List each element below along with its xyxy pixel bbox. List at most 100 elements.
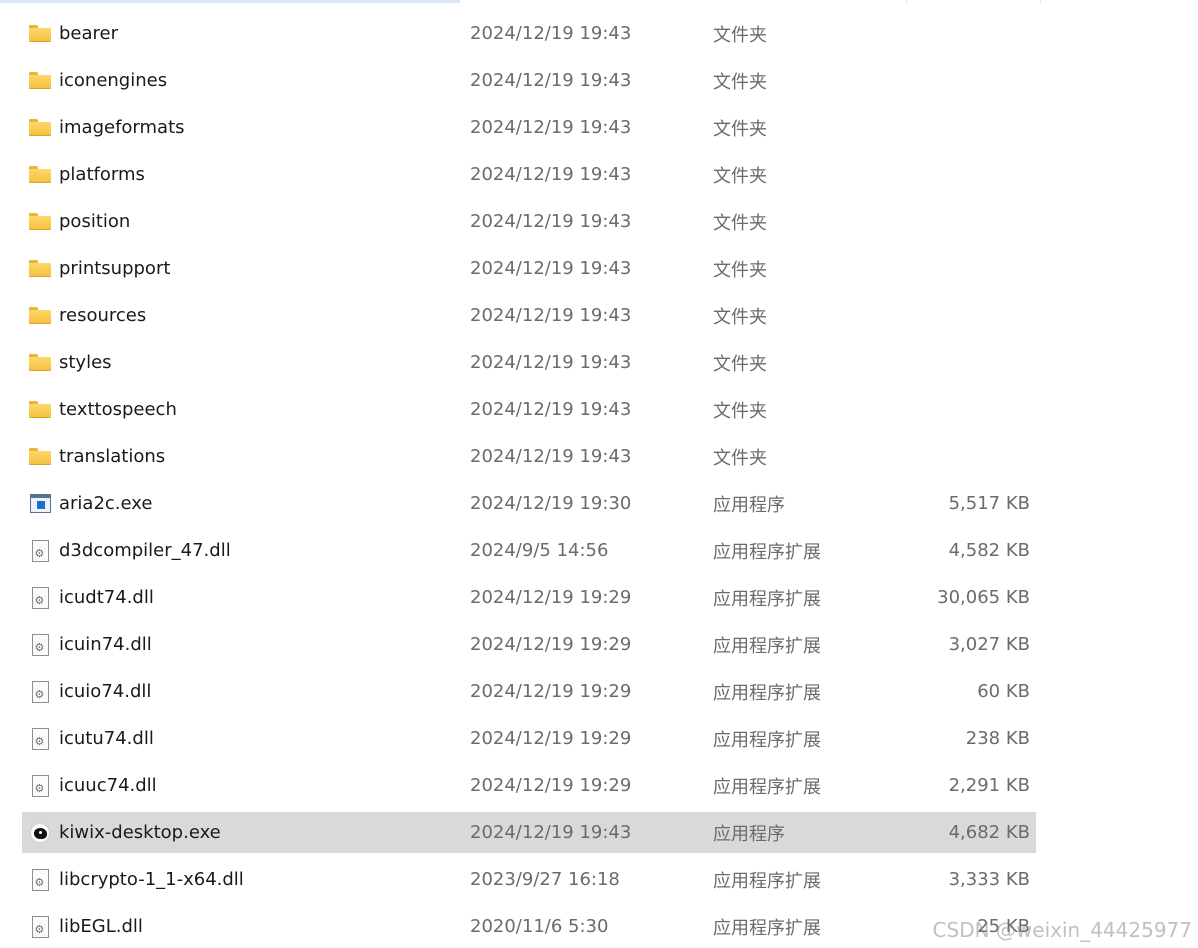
file-date-modified: 2024/12/19 19:43 [470, 399, 632, 420]
dll-icon: ⚙ [29, 633, 51, 656]
file-size: 30,065 KB [937, 587, 1030, 608]
file-date-modified: 2024/12/19 19:29 [470, 681, 632, 702]
file-size: 238 KB [965, 728, 1030, 749]
file-row[interactable]: printsupport 2024/12/19 19:43 文件夹 [22, 245, 1036, 292]
file-type: 应用程序扩展 [713, 588, 821, 610]
file-type: 应用程序扩展 [713, 635, 821, 657]
file-name: bearer [59, 23, 119, 44]
file-row[interactable]: styles 2024/12/19 19:43 文件夹 [22, 339, 1036, 386]
file-date-modified: 2024/12/19 19:43 [470, 822, 632, 843]
file-name: platforms [59, 164, 145, 185]
file-type: 应用程序 [713, 494, 785, 516]
file-row[interactable]: texttospeech 2024/12/19 19:43 文件夹 [22, 386, 1036, 433]
file-date-modified: 2024/12/19 19:43 [470, 305, 632, 326]
dll-icon: ⚙ [29, 915, 51, 938]
folder-icon-shape [29, 25, 51, 42]
file-row[interactable]: iconengines 2024/12/19 19:43 文件夹 [22, 57, 1036, 104]
folder-icon-shape [29, 166, 51, 183]
file-date-modified: 2024/12/19 19:43 [470, 70, 632, 91]
folder-icon [29, 211, 51, 233]
file-type: 文件夹 [713, 24, 767, 46]
file-row[interactable]: ⚙ icutu74.dll 2024/12/19 19:29 应用程序扩展 238 KB [22, 715, 1036, 762]
file-type: 应用程序扩展 [713, 729, 821, 751]
dll-icon: ⚙ [29, 868, 51, 891]
column-separator[interactable] [906, 0, 907, 4]
dll-file-icon-shape: ⚙ [31, 727, 49, 750]
file-row[interactable]: bearer 2024/12/19 19:43 文件夹 [22, 10, 1036, 57]
file-name: translations [59, 446, 166, 467]
file-row[interactable]: imageformats 2024/12/19 19:43 文件夹 [22, 104, 1036, 151]
folder-icon-shape [29, 354, 51, 371]
column-separator[interactable] [437, 0, 438, 4]
file-size: 2,291 KB [948, 775, 1030, 796]
file-date-modified: 2024/12/19 19:43 [470, 117, 632, 138]
kiwix-icon [29, 822, 51, 844]
folder-icon-shape [29, 307, 51, 324]
folder-icon-shape [29, 72, 51, 89]
file-name: libcrypto-1_1-x64.dll [59, 869, 244, 890]
file-name: d3dcompiler_47.dll [59, 540, 231, 561]
file-type: 文件夹 [713, 447, 767, 469]
file-date-modified: 2024/12/19 19:43 [470, 352, 632, 373]
folder-icon-shape [29, 260, 51, 277]
file-row[interactable]: aria2c.exe 2024/12/19 19:30 应用程序 5,517 KB [22, 480, 1036, 527]
file-date-modified: 2024/12/19 19:43 [470, 258, 632, 279]
file-type: 文件夹 [713, 400, 767, 422]
file-name: icuin74.dll [59, 634, 152, 655]
dll-file-icon-shape: ⚙ [31, 868, 49, 891]
folder-icon-shape [29, 119, 51, 136]
file-size: 3,333 KB [948, 869, 1030, 890]
file-row[interactable]: resources 2024/12/19 19:43 文件夹 [22, 292, 1036, 339]
folder-icon [29, 399, 51, 421]
file-explorer-window: bearer 2024/12/19 19:43 文件夹 iconengines 2024… [0, 0, 1198, 948]
file-type: 文件夹 [713, 353, 767, 375]
dll-icon: ⚙ [29, 727, 51, 750]
file-row[interactable]: ⚙ libEGL.dll 2020/11/6 5:30 应用程序扩展 25 KB [22, 903, 1036, 948]
file-row[interactable]: ⚙ d3dcompiler_47.dll 2024/9/5 14:56 应用程序扩展 4… [22, 527, 1036, 574]
file-row[interactable]: ⚙ icudt74.dll 2024/12/19 19:29 应用程序扩展 30,065… [22, 574, 1036, 621]
file-type: 应用程序扩展 [713, 682, 821, 704]
file-name: icudt74.dll [59, 587, 154, 608]
file-row[interactable]: platforms 2024/12/19 19:43 文件夹 [22, 151, 1036, 198]
column-separator[interactable] [1040, 0, 1041, 4]
file-date-modified: 2024/12/19 19:43 [470, 23, 632, 44]
file-type: 应用程序扩展 [713, 870, 821, 892]
file-row[interactable]: ⚙ icuin74.dll 2024/12/19 19:29 应用程序扩展 3,027 … [22, 621, 1036, 668]
file-size: 4,582 KB [948, 540, 1030, 561]
file-row[interactable]: ⚙ icuio74.dll 2024/12/19 19:29 应用程序扩展 60 KB [22, 668, 1036, 715]
file-name: icuio74.dll [59, 681, 152, 702]
file-row[interactable]: ⚙ libcrypto-1_1-x64.dll 2023/9/27 16:18 应用程… [22, 856, 1036, 903]
file-date-modified: 2024/12/19 19:29 [470, 728, 632, 749]
folder-icon [29, 258, 51, 280]
dll-icon: ⚙ [29, 539, 51, 562]
file-row[interactable]: translations 2024/12/19 19:43 文件夹 [22, 433, 1036, 480]
file-type: 文件夹 [713, 118, 767, 140]
file-name: icutu74.dll [59, 728, 154, 749]
folder-icon [29, 305, 51, 327]
file-list: bearer 2024/12/19 19:43 文件夹 iconengines 2024… [22, 10, 1036, 948]
app-window-icon-shape [29, 494, 51, 513]
folder-icon-shape [29, 213, 51, 230]
file-name: imageformats [59, 117, 185, 138]
file-size: 3,027 KB [948, 634, 1030, 655]
kiwix-logo-icon-shape [30, 822, 50, 843]
file-name: resources [59, 305, 147, 326]
file-type: 文件夹 [713, 212, 767, 234]
file-type: 文件夹 [713, 71, 767, 93]
dll-icon: ⚙ [29, 774, 51, 797]
file-row[interactable]: position 2024/12/19 19:43 文件夹 [22, 198, 1036, 245]
file-date-modified: 2024/9/5 14:56 [470, 540, 609, 561]
file-date-modified: 2024/12/19 19:29 [470, 775, 632, 796]
file-row[interactable]: ⚙ icuuc74.dll 2024/12/19 19:29 应用程序扩展 2,291 … [22, 762, 1036, 809]
file-name: texttospeech [59, 399, 177, 420]
file-type: 应用程序扩展 [713, 917, 821, 939]
file-type: 应用程序 [713, 823, 785, 845]
file-date-modified: 2024/12/19 19:29 [470, 587, 632, 608]
folder-icon [29, 446, 51, 468]
file-size: 5,517 KB [948, 493, 1030, 514]
file-size: 4,682 KB [948, 822, 1030, 843]
file-row[interactable]: kiwix-desktop.exe 2024/12/19 19:43 应用程序 4,6… [22, 812, 1036, 853]
file-date-modified: 2024/12/19 19:29 [470, 634, 632, 655]
watermark-text: CSDN @weixin_44425977 [932, 918, 1192, 942]
app-icon [29, 493, 51, 515]
